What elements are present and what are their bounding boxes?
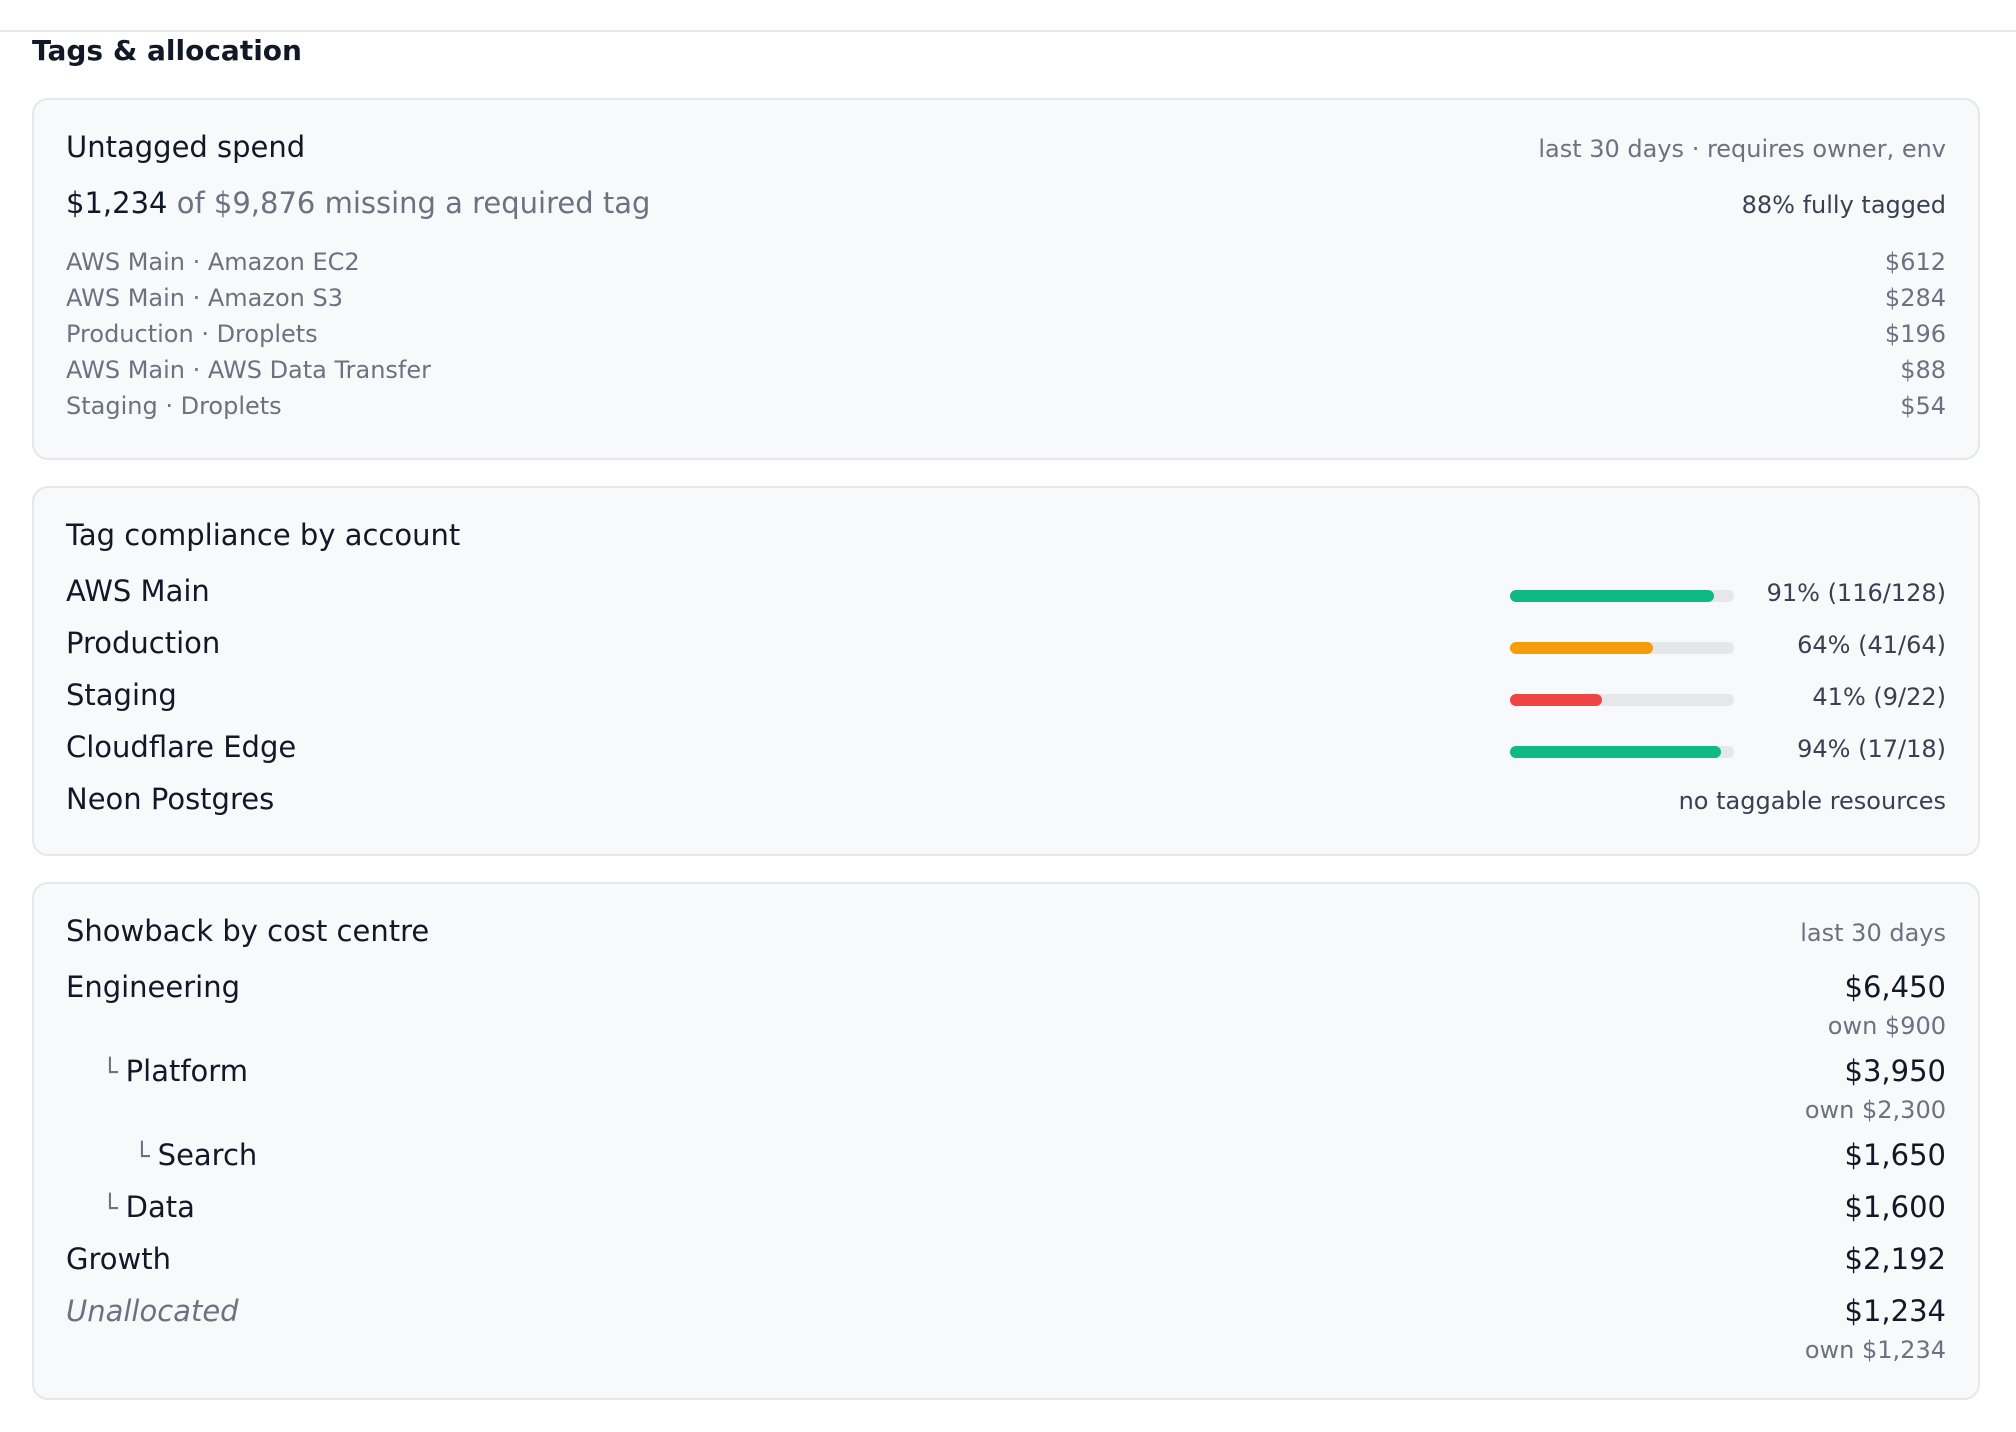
own-cost: own $900 — [1827, 1012, 1946, 1040]
card-title: Tag compliance by account — [66, 518, 461, 552]
account-name: Cloudflare Edge — [66, 730, 297, 764]
cost-centre-row: Growth $2,192 — [66, 1242, 1946, 1276]
list-item: AWS Main · Amazon EC2 $612 — [66, 248, 1946, 276]
item-value: $196 — [1884, 320, 1946, 348]
item-value: $284 — [1884, 284, 1946, 312]
compliance-bar — [1510, 642, 1734, 654]
cost-centre-name: Search — [157, 1138, 258, 1172]
cost-centre-label: └ Search — [66, 1138, 257, 1172]
item-value: $54 — [1900, 392, 1946, 420]
item-value: $612 — [1884, 248, 1946, 276]
compliance-bar — [1510, 694, 1734, 706]
compliance-value: 94% (17/18) — [1797, 735, 1946, 763]
item-value: $88 — [1900, 356, 1946, 384]
cost-centre-row: └ Data $1,600 — [66, 1190, 1946, 1224]
own-cost: own $1,234 — [1804, 1336, 1946, 1364]
cost-centre-value: $1,234 — [1844, 1294, 1946, 1328]
cost-centre-label: └ Data — [66, 1190, 195, 1224]
cost-centre-name: Platform — [125, 1054, 248, 1088]
item-label: Staging · Droplets — [66, 392, 282, 420]
card-meta: last 30 days — [1800, 919, 1946, 947]
account-name: Staging — [66, 678, 177, 712]
tree-branch-icon: └ — [134, 1142, 150, 1172]
section-title: Tags & allocation — [32, 34, 302, 67]
tagged-percentage: 88% fully tagged — [1741, 191, 1946, 219]
cost-centre-value: $1,600 — [1844, 1190, 1946, 1224]
compliance-bar — [1510, 590, 1734, 602]
top-divider — [0, 30, 2016, 32]
tree-branch-icon: └ — [102, 1058, 118, 1088]
cost-centre-value: $6,450 — [1844, 970, 1946, 1004]
compliance-value: 41% (9/22) — [1812, 683, 1946, 711]
list-item: Production · Droplets $196 — [66, 320, 1946, 348]
showback-card: Showback by cost centre last 30 days Eng… — [32, 882, 1980, 1400]
compliance-bar-fill — [1510, 694, 1602, 706]
untagged-summary-rest: of $9,876 missing a required tag — [176, 186, 651, 220]
account-name: Production — [66, 626, 221, 660]
compliance-bar-fill — [1510, 642, 1654, 654]
card-title: Showback by cost centre — [66, 914, 430, 948]
compliance-value: 91% (116/128) — [1766, 579, 1946, 607]
cost-centre-name: Unallocated — [66, 1294, 239, 1328]
cost-centre-value: $3,950 — [1844, 1054, 1946, 1088]
cost-centre-label: └ Platform — [66, 1054, 248, 1088]
list-item: AWS Main · AWS Data Transfer $88 — [66, 356, 1946, 384]
list-item: Staging · Droplets $54 — [66, 392, 1946, 420]
account-name: Neon Postgres — [66, 782, 275, 816]
account-name: AWS Main — [66, 574, 210, 608]
untagged-amount: $1,234 — [66, 186, 168, 220]
item-label: Production · Droplets — [66, 320, 318, 348]
cost-centre-row: Unallocated $1,234 — [66, 1294, 1946, 1328]
tag-compliance-card: Tag compliance by account AWS Main 91% (… — [32, 486, 1980, 856]
cost-centre-name: Growth — [66, 1242, 171, 1276]
cost-centre-value: $1,650 — [1844, 1138, 1946, 1172]
compliance-value: 64% (41/64) — [1797, 631, 1946, 659]
item-label: AWS Main · AWS Data Transfer — [66, 356, 432, 384]
cost-centre-name: Data — [125, 1190, 195, 1224]
compliance-row: Neon Postgres no taggable resources — [66, 782, 1946, 816]
compliance-bar-fill — [1510, 590, 1714, 602]
own-cost: own $2,300 — [1804, 1096, 1946, 1124]
compliance-bar — [1510, 746, 1734, 758]
item-label: AWS Main · Amazon EC2 — [66, 248, 360, 276]
cost-centre-row: └ Search $1,650 — [66, 1138, 1946, 1172]
card-meta: last 30 days · requires owner, env — [1538, 135, 1946, 163]
cost-centre-row: Engineering $6,450 — [66, 970, 1946, 1004]
tree-branch-icon: └ — [102, 1194, 118, 1224]
card-title: Untagged spend — [66, 130, 306, 164]
list-item: AWS Main · Amazon S3 $284 — [66, 284, 1946, 312]
compliance-value: no taggable resources — [1678, 787, 1946, 815]
cost-centre-name: Engineering — [66, 970, 240, 1004]
untagged-summary: $1,234 of $9,876 missing a required tag — [66, 186, 650, 220]
item-label: AWS Main · Amazon S3 — [66, 284, 344, 312]
compliance-bar-fill — [1510, 746, 1721, 758]
cost-centre-row: └ Platform $3,950 — [66, 1054, 1946, 1088]
cost-centre-value: $2,192 — [1844, 1242, 1946, 1276]
untagged-spend-card: Untagged spend last 30 days · requires o… — [32, 98, 1980, 460]
